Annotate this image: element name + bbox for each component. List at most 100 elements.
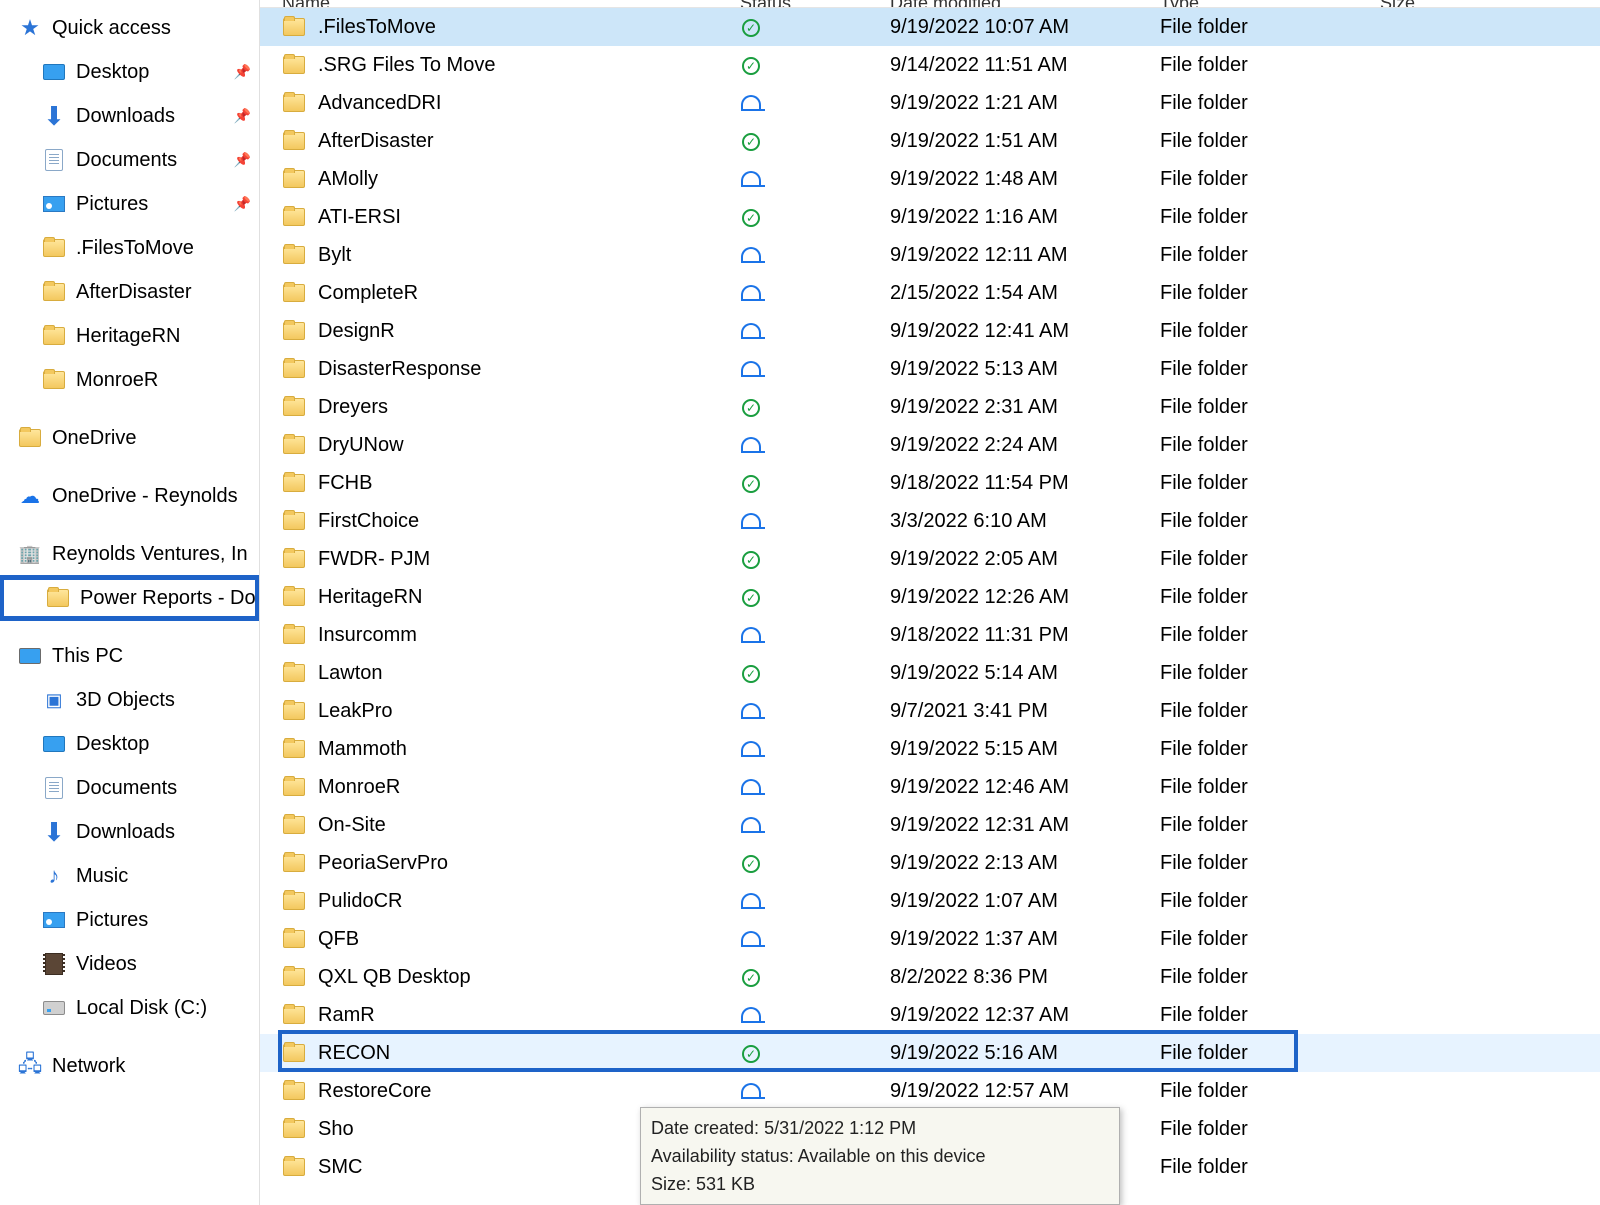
nav-afterdisaster[interactable]: AfterDisaster [0,270,259,314]
file-type-cell: File folder [1160,738,1380,761]
file-date-cell: 9/19/2022 12:11 AM [890,244,1160,267]
nav-onedrive[interactable]: OneDrive [0,416,259,460]
nav-label: 3D Objects [76,689,175,712]
file-row[interactable]: ATI-ERSI9/19/2022 1:16 AMFile folder [260,198,1600,236]
sync-cloud-icon [740,623,762,645]
sync-available-icon [740,853,762,875]
file-name-label: CompleteR [318,282,418,305]
nav-3d-objects[interactable]: ▣ 3D Objects [0,678,259,722]
file-name-cell: PulidoCR [260,889,740,913]
nav-heritagern[interactable]: HeritageRN [0,314,259,358]
file-row[interactable]: Lawton9/19/2022 5:14 AMFile folder [260,654,1600,692]
nav-pictures-2[interactable]: Pictures [0,898,259,942]
file-row[interactable]: QXL QB Desktop8/2/2022 8:36 PMFile folde… [260,958,1600,996]
file-name-label: QXL QB Desktop [318,966,471,989]
file-row[interactable]: FirstChoice3/3/2022 6:10 AMFile folder [260,502,1600,540]
file-row[interactable]: FCHB9/18/2022 11:54 PMFile folder [260,464,1600,502]
file-row[interactable]: RestoreCore9/19/2022 12:57 AMFile folder [260,1072,1600,1110]
folder-icon [282,433,306,457]
file-date-cell: 9/19/2022 5:15 AM [890,738,1160,761]
file-row[interactable]: AdvancedDRI9/19/2022 1:21 AMFile folder [260,84,1600,122]
sync-cloud-icon [740,927,762,949]
column-header-date[interactable]: Date modified [890,0,1160,8]
file-row[interactable]: AMolly9/19/2022 1:48 AMFile folder [260,160,1600,198]
file-row[interactable]: DesignR9/19/2022 12:41 AMFile folder [260,312,1600,350]
file-type-cell: File folder [1160,16,1380,39]
nav-reynolds-ventures[interactable]: 🏢 Reynolds Ventures, In [0,532,259,576]
column-header-name[interactable]: Name [260,0,740,8]
nav-downloads-2[interactable]: ⬇ Downloads [0,810,259,854]
file-name-label: PulidoCR [318,890,402,913]
nav-documents-2[interactable]: Documents [0,766,259,810]
file-row[interactable]: DryUNow9/19/2022 2:24 AMFile folder [260,426,1600,464]
file-row[interactable]: MonroeR9/19/2022 12:46 AMFile folder [260,768,1600,806]
file-name-cell: RamR [260,1003,740,1027]
nav-label: This PC [52,645,123,668]
sync-cloud-icon [740,775,762,797]
file-status-cell [740,927,890,951]
file-row[interactable]: RamR 9/19/2022 12:37 AMFile folder [260,996,1600,1034]
nav-filestomove[interactable]: .FilesToMove [0,226,259,270]
nav-onedrive-reynolds[interactable]: ☁ OneDrive - Reynolds [0,474,259,518]
file-name-cell: QXL QB Desktop [260,965,740,989]
file-type-cell: File folder [1160,1118,1380,1141]
nav-desktop-2[interactable]: Desktop [0,722,259,766]
file-row[interactable]: DisasterResponse9/19/2022 5:13 AMFile fo… [260,350,1600,388]
folder-icon [282,775,306,799]
file-status-cell [740,319,890,343]
file-status-cell [740,1003,890,1027]
folder-icon [282,965,306,989]
nav-local-disk[interactable]: Local Disk (C:) [0,986,259,1030]
file-name-label: MonroeR [318,776,400,799]
file-row[interactable]: CompleteR2/15/2022 1:54 AMFile folder [260,274,1600,312]
column-header-status[interactable]: Status [740,0,890,8]
nav-desktop[interactable]: Desktop 📌 [0,50,259,94]
file-row[interactable]: .SRG Files To Move9/14/2022 11:51 AMFile… [260,46,1600,84]
file-row[interactable]: Mammoth9/19/2022 5:15 AMFile folder [260,730,1600,768]
column-header-size[interactable]: Size [1380,0,1520,8]
file-date-cell: 9/19/2022 2:24 AM [890,434,1160,457]
nav-music[interactable]: ♪ Music [0,854,259,898]
nav-this-pc[interactable]: This PC [0,634,259,678]
file-row[interactable]: LeakPro9/7/2021 3:41 PMFile folder [260,692,1600,730]
file-row[interactable]: On-Site9/19/2022 12:31 AMFile folder [260,806,1600,844]
file-row[interactable]: FWDR- PJM9/19/2022 2:05 AMFile folder [260,540,1600,578]
sync-cloud-icon [740,319,762,341]
folder-icon [46,586,70,610]
file-row[interactable]: Bylt9/19/2022 12:11 AMFile folder [260,236,1600,274]
nav-network[interactable]: 🖧 Network [0,1044,259,1088]
file-type-cell: File folder [1160,1156,1380,1179]
file-list[interactable]: .FilesToMove9/19/2022 10:07 AMFile folde… [260,8,1600,1205]
file-date-cell: 9/19/2022 12:41 AM [890,320,1160,343]
file-row[interactable]: Insurcomm9/18/2022 11:31 PMFile folder [260,616,1600,654]
file-row[interactable]: Dreyers9/19/2022 2:31 AMFile folder [260,388,1600,426]
file-row[interactable]: PulidoCR9/19/2022 1:07 AMFile folder [260,882,1600,920]
file-row[interactable]: QFB9/19/2022 1:37 AMFile folder [260,920,1600,958]
nav-pictures[interactable]: Pictures 📌 [0,182,259,226]
column-header-type[interactable]: Type [1160,0,1380,8]
file-date-cell: 9/19/2022 12:37 AM [890,1004,1160,1027]
folder-icon [282,851,306,875]
nav-label: Downloads [76,105,175,128]
file-row[interactable]: PeoriaServPro9/19/2022 2:13 AMFile folde… [260,844,1600,882]
nav-monroer[interactable]: MonroeR [0,358,259,402]
file-row[interactable]: RECON9/19/2022 5:16 AMFile folder [260,1034,1600,1072]
nav-power-reports[interactable]: Power Reports - Do [0,576,259,620]
file-row[interactable]: .FilesToMove9/19/2022 10:07 AMFile folde… [260,8,1600,46]
sync-cloud-icon [740,1003,762,1025]
nav-documents[interactable]: Documents 📌 [0,138,259,182]
sync-cloud-icon [740,813,762,835]
nav-label: MonroeR [76,369,158,392]
nav-quick-access[interactable]: ★ Quick access [0,6,259,50]
file-name-cell: RECON [260,1041,740,1065]
file-row[interactable]: HeritageRN9/19/2022 12:26 AMFile folder [260,578,1600,616]
file-type-cell: File folder [1160,1004,1380,1027]
music-icon: ♪ [42,864,66,888]
file-date-cell: 9/19/2022 12:26 AM [890,586,1160,609]
nav-downloads[interactable]: ⬇ Downloads 📌 [0,94,259,138]
folder-icon [282,53,306,77]
file-name-cell: ATI-ERSI [260,205,740,229]
file-row[interactable]: AfterDisaster9/19/2022 1:51 AMFile folde… [260,122,1600,160]
nav-videos[interactable]: Videos [0,942,259,986]
file-pane: Name Status Date modified Type Size .Fil… [260,0,1600,1205]
